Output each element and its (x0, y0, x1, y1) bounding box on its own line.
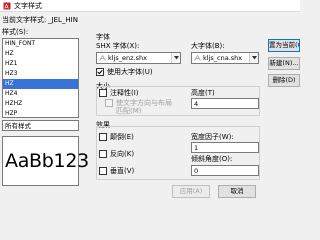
style-list-item[interactable]: HZ4 (3, 89, 78, 99)
app-icon: A (3, 2, 11, 10)
chevron-down-icon (174, 56, 179, 60)
style-list-item[interactable]: HZHZ (3, 99, 78, 109)
cancel-button[interactable]: 取消 (218, 185, 256, 198)
shx-font-label: SHX 字体(X): (96, 42, 140, 50)
style-list-item[interactable]: HZ1 (3, 59, 78, 69)
vertical-label: 垂直(V) (110, 167, 135, 175)
shx-font-value: kljs_enz.shx (108, 54, 147, 62)
preview-box: AaBb123 (2, 136, 89, 186)
oblique-angle-value: 0 (194, 167, 199, 175)
use-bigfont-checkbox[interactable] (96, 68, 104, 76)
bigfont-label: 大字体(B): (191, 42, 225, 50)
backwards-label: 反向(K) (110, 150, 135, 158)
new-style-button[interactable]: 新建(N)... (268, 57, 300, 70)
annotative-checkbox[interactable] (99, 89, 107, 97)
style-list-item[interactable]: HIN_FONT (3, 39, 78, 49)
oblique-angle-label: 倾斜角度(O): (191, 155, 233, 163)
height-value: 4 (194, 100, 199, 108)
window-title: 文字样式 (14, 2, 42, 10)
styles-list[interactable]: HIN_FONT HZ HZ1 HZ3 HZ HZ4 HZHZ HZP (2, 38, 79, 118)
chevron-down-icon (252, 56, 257, 60)
upside-down-label: 颠倒(E) (110, 133, 134, 141)
delete-style-button[interactable]: 删除(D) (268, 74, 300, 87)
oblique-angle-input[interactable]: 0 (191, 165, 259, 176)
title-bar: A 文字样式 (0, 0, 300, 12)
height-label: 高度(T) (191, 89, 215, 97)
style-list-item[interactable]: HZ (3, 79, 78, 89)
annotative-label: 注释性(I) (110, 89, 139, 97)
height-input[interactable]: 4 (191, 98, 259, 109)
bigfont-icon (194, 55, 201, 61)
preview-sample-text: AaBb123 (5, 150, 89, 172)
bigfont-value: kljs_cna.shx (203, 54, 243, 62)
width-factor-label: 宽度因子(W): (191, 133, 234, 141)
match-orientation-checkbox[interactable] (105, 99, 113, 107)
shx-font-select[interactable]: kljs_enz.shx (96, 52, 181, 64)
styles-filter-value: 所有样式 (5, 122, 31, 130)
vertical-checkbox[interactable] (99, 167, 107, 175)
checkmark-icon (97, 69, 103, 75)
style-list-item[interactable]: HZ3 (3, 69, 78, 79)
current-style-value: _JEL_HIN (48, 16, 78, 24)
set-current-button[interactable]: 置为当前(C) (268, 39, 300, 52)
style-list-item[interactable]: HZ (3, 49, 78, 59)
styles-filter-select[interactable]: 所有样式 (2, 120, 79, 131)
current-style-label: 当前文字样式: (2, 16, 47, 24)
match-orientation-label-line2: 匹配(M) (116, 107, 142, 115)
bigfont-select[interactable]: kljs_cna.shx (191, 52, 259, 64)
shx-font-dropdown-arrow[interactable] (171, 53, 180, 63)
width-factor-value: 1 (194, 144, 199, 152)
apply-button[interactable]: 应用(A) (172, 185, 210, 198)
width-factor-input[interactable]: 1 (191, 142, 259, 153)
upside-down-checkbox[interactable] (99, 133, 107, 141)
use-bigfont-label: 使用大字体(U) (107, 68, 153, 76)
style-list-item[interactable]: HZP (3, 109, 78, 117)
shx-font-icon (99, 55, 106, 61)
font-group-label: 字体 (96, 33, 110, 41)
styles-label: 样式(S): (2, 28, 29, 36)
bigfont-dropdown-arrow[interactable] (249, 53, 258, 63)
backwards-checkbox[interactable] (99, 150, 107, 158)
